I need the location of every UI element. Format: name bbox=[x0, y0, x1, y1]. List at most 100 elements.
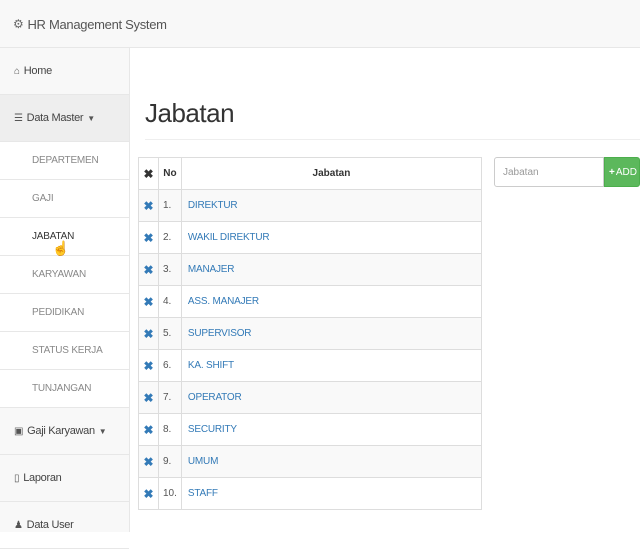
sidebar-subitem-tunjangan[interactable]: TUNJANGAN bbox=[0, 370, 129, 408]
brand[interactable]: ⚙ HR Management System bbox=[13, 0, 167, 48]
row-number: 3. bbox=[158, 253, 182, 286]
delete-icon[interactable]: ✖ bbox=[143, 263, 153, 277]
plus-icon: + bbox=[609, 166, 615, 178]
delete-column-header: ✖ bbox=[138, 157, 159, 190]
row-number: 1. bbox=[158, 189, 182, 222]
app-title: HR Management System bbox=[27, 16, 167, 32]
delete-cell: ✖ bbox=[138, 349, 159, 382]
row-number: 9. bbox=[158, 445, 182, 478]
sidebar: ⌂ Home ☰ Data Master ▼ DEPARTEMEN GAJI J… bbox=[0, 48, 130, 549]
table-header-row: ✖ No Jabatan bbox=[138, 157, 483, 190]
title-divider bbox=[145, 139, 640, 140]
sidebar-subitem-status-kerja[interactable]: STATUS KERJA bbox=[0, 332, 129, 370]
page-title: Jabatan bbox=[145, 98, 235, 128]
sidebar-subitem-karyawan[interactable]: KARYAWAN bbox=[0, 256, 129, 294]
hand-cursor-icon: ☝ bbox=[52, 240, 70, 256]
sidebar-item-label: Laporan bbox=[23, 472, 62, 484]
no-column-header: No bbox=[158, 157, 182, 190]
sidebar-item-home[interactable]: ⌂ Home bbox=[0, 48, 129, 95]
sidebar-item-label: Data Master bbox=[26, 112, 84, 124]
sidebar-item-gaji-karyawan[interactable]: ▣ Gaji Karyawan ▼ bbox=[0, 408, 129, 455]
jabatan-link[interactable]: UMUM bbox=[188, 456, 219, 467]
row-number: 2. bbox=[158, 221, 182, 254]
table-row: ✖ 8. SECURITY bbox=[138, 413, 483, 446]
table-row: ✖ 5. SUPERVISOR bbox=[138, 317, 483, 350]
users-icon: ♟ bbox=[14, 519, 23, 531]
money-icon: ▣ bbox=[14, 425, 24, 437]
delete-cell: ✖ bbox=[138, 253, 159, 286]
delete-cell: ✖ bbox=[138, 413, 159, 446]
row-number: 7. bbox=[158, 381, 182, 414]
top-navbar: ⚙ HR Management System bbox=[0, 0, 640, 48]
delete-icon[interactable]: ✖ bbox=[143, 199, 153, 213]
jabatan-cell: UMUM bbox=[180, 445, 483, 478]
sidebar-subitem-pedidikan[interactable]: PEDIDIKAN bbox=[0, 294, 129, 332]
jabatan-input[interactable] bbox=[494, 157, 604, 187]
delete-icon[interactable]: ✖ bbox=[143, 487, 153, 501]
caret-down-icon: ▼ bbox=[98, 426, 107, 436]
sidebar-item-label: Home bbox=[23, 65, 52, 77]
jabatan-cell: ASS. MANAJER bbox=[180, 285, 483, 318]
caret-down-icon: ▼ bbox=[87, 113, 95, 123]
sidebar-subitem-departemen[interactable]: DEPARTEMEN bbox=[0, 142, 129, 180]
delete-icon[interactable]: ✖ bbox=[143, 231, 153, 245]
sidebar-subitem-gaji[interactable]: GAJI bbox=[0, 180, 129, 218]
jabatan-table: ✖ No Jabatan ✖ 1. DIREKTUR ✖ 2. WAKIL DIREKTU… bbox=[138, 157, 483, 510]
delete-icon[interactable]: ✖ bbox=[143, 359, 153, 373]
delete-cell: ✖ bbox=[138, 445, 159, 478]
database-icon: ☰ bbox=[14, 112, 23, 124]
delete-icon[interactable]: ✖ bbox=[143, 327, 153, 341]
delete-icon[interactable]: ✖ bbox=[143, 391, 153, 405]
jabatan-cell: STAFF bbox=[180, 477, 483, 510]
sidebar-subitem-label: TUNJANGAN bbox=[32, 383, 92, 394]
jabatan-link[interactable]: STAFF bbox=[188, 488, 218, 499]
sidebar-item-label: Data User bbox=[26, 519, 74, 531]
sidebar-item-laporan[interactable]: ▯ Laporan bbox=[0, 455, 129, 502]
jabatan-cell: WAKIL DIREKTUR bbox=[180, 221, 483, 254]
jabatan-cell: MANAJER bbox=[180, 253, 483, 286]
row-number: 5. bbox=[158, 317, 182, 350]
table-row: ✖ 4. ASS. MANAJER bbox=[138, 285, 483, 318]
table-row: ✖ 9. UMUM bbox=[138, 445, 483, 478]
jabatan-link[interactable]: KA. SHIFT bbox=[188, 360, 234, 371]
jabatan-column-header: Jabatan bbox=[180, 157, 483, 190]
delete-cell: ✖ bbox=[138, 285, 159, 318]
table-row: ✖ 7. OPERATOR bbox=[138, 381, 483, 414]
add-button[interactable]: + ADD bbox=[604, 157, 640, 187]
jabatan-link[interactable]: ASS. MANAJER bbox=[188, 296, 259, 307]
delete-header-icon: ✖ bbox=[143, 166, 154, 181]
home-icon: ⌂ bbox=[14, 65, 20, 77]
delete-icon[interactable]: ✖ bbox=[143, 455, 153, 469]
delete-cell: ✖ bbox=[138, 221, 159, 254]
jabatan-cell: SECURITY bbox=[180, 413, 483, 446]
row-number: 6. bbox=[158, 349, 182, 382]
row-number: 8. bbox=[158, 413, 182, 446]
add-button-label: ADD bbox=[615, 166, 637, 178]
sidebar-subitem-label: DEPARTEMEN bbox=[32, 155, 99, 166]
jabatan-cell: KA. SHIFT bbox=[180, 349, 483, 382]
jabatan-link[interactable]: SUPERVISOR bbox=[188, 328, 252, 339]
delete-cell: ✖ bbox=[138, 189, 159, 222]
sidebar-subitem-label: GAJI bbox=[32, 193, 54, 204]
row-number: 4. bbox=[158, 285, 182, 318]
jabatan-cell: OPERATOR bbox=[180, 381, 483, 414]
table-row: ✖ 3. MANAJER bbox=[138, 253, 483, 286]
table-row: ✖ 1. DIREKTUR bbox=[138, 189, 483, 222]
jabatan-link[interactable]: DIREKTUR bbox=[188, 200, 238, 211]
delete-icon[interactable]: ✖ bbox=[143, 295, 153, 309]
file-icon: ▯ bbox=[14, 472, 20, 484]
sidebar-item-data-user[interactable]: ♟ Data User bbox=[0, 502, 129, 549]
cogs-icon: ⚙ bbox=[13, 17, 24, 31]
sidebar-item-data-master[interactable]: ☰ Data Master ▼ bbox=[0, 95, 129, 142]
jabatan-link[interactable]: WAKIL DIREKTUR bbox=[188, 232, 270, 243]
sidebar-subitem-jabatan[interactable]: JABATAN ☝ bbox=[0, 218, 129, 256]
delete-icon[interactable]: ✖ bbox=[143, 423, 153, 437]
sidebar-item-label: Gaji Karyawan bbox=[27, 425, 95, 437]
table-row: ✖ 6. KA. SHIFT bbox=[138, 349, 483, 382]
jabatan-link[interactable]: OPERATOR bbox=[188, 392, 242, 403]
jabatan-link[interactable]: MANAJER bbox=[188, 264, 235, 275]
jabatan-link[interactable]: SECURITY bbox=[188, 424, 237, 435]
delete-cell: ✖ bbox=[138, 477, 159, 510]
jabatan-cell: SUPERVISOR bbox=[180, 317, 483, 350]
sidebar-subitem-label: KARYAWAN bbox=[32, 269, 86, 280]
